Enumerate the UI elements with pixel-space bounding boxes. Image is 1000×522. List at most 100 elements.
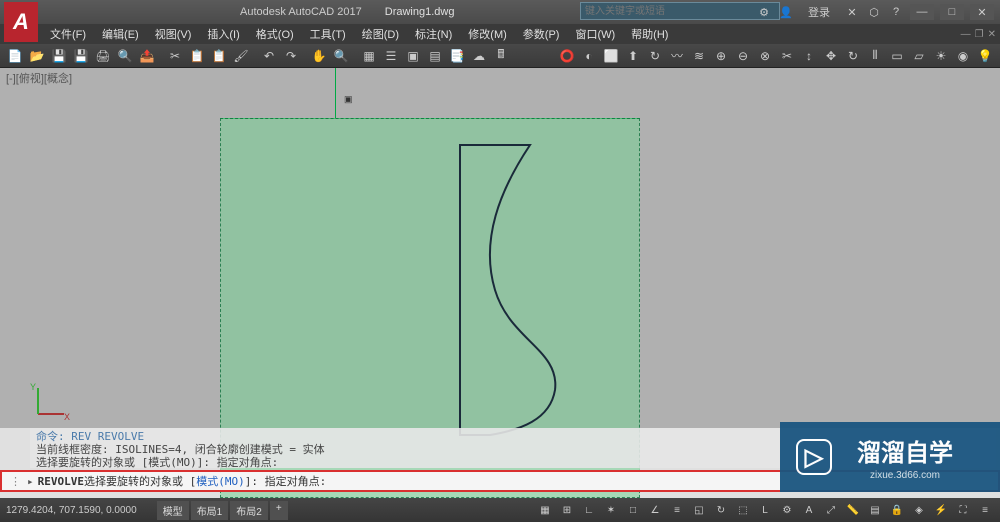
app-logo[interactable]: A xyxy=(4,2,38,42)
cmdline-option[interactable]: 模式(MO) xyxy=(196,473,245,489)
transparency-icon[interactable]: ◱ xyxy=(690,501,708,519)
layout-tab-add[interactable]: + xyxy=(270,501,288,520)
infocenter-icon[interactable]: ⚙ xyxy=(756,4,772,20)
section-icon[interactable]: ▭ xyxy=(887,46,907,66)
layout-tab-2[interactable]: 布局2 xyxy=(230,501,268,520)
cleanscreen-icon[interactable]: ⛶ xyxy=(954,501,972,519)
3dosnap-icon[interactable]: ⬚ xyxy=(734,501,752,519)
menu-parametric[interactable]: 参数(P) xyxy=(515,24,568,44)
saveas-icon[interactable]: 💾 xyxy=(71,46,91,66)
matchprops-icon[interactable]: 🖌 xyxy=(231,46,251,66)
annotation-icon[interactable]: A xyxy=(800,501,818,519)
menu-insert[interactable]: 插入(I) xyxy=(199,24,247,44)
union-icon[interactable]: ⊕ xyxy=(711,46,731,66)
zoom-icon[interactable]: 🔍 xyxy=(331,46,351,66)
3dalign-icon[interactable]: ⫴ xyxy=(865,46,885,66)
subtract-icon[interactable]: ⊖ xyxy=(733,46,753,66)
cmdline-handle-icon[interactable]: ⋮ xyxy=(10,475,21,488)
layer-icon[interactable]: ▦ xyxy=(359,46,379,66)
layout-tab-model[interactable]: 模型 xyxy=(157,501,189,520)
visualstyle-icon[interactable]: ◐ xyxy=(579,46,599,66)
isolate-icon[interactable]: ◈ xyxy=(910,501,928,519)
properties-icon[interactable]: ☰ xyxy=(381,46,401,66)
materials-icon[interactable]: ◉ xyxy=(953,46,973,66)
otrack-icon[interactable]: ∠ xyxy=(646,501,664,519)
menu-tools[interactable]: 工具(T) xyxy=(302,24,354,44)
ortho-icon[interactable]: ∟ xyxy=(580,501,598,519)
new-icon[interactable]: 📄 xyxy=(5,46,25,66)
box-icon[interactable]: ⬜ xyxy=(601,46,621,66)
osnap-icon[interactable]: □ xyxy=(624,501,642,519)
menu-window[interactable]: 窗口(W) xyxy=(567,24,623,44)
doc-minimize-icon[interactable]: — xyxy=(961,29,971,40)
designcenter-icon[interactable]: ▣ xyxy=(403,46,423,66)
redo-icon[interactable]: ↷ xyxy=(281,46,301,66)
extrude-icon[interactable]: ⬆ xyxy=(623,46,643,66)
paste-icon[interactable]: 📋 xyxy=(209,46,229,66)
lineweight-icon[interactable]: ≡ xyxy=(668,501,686,519)
flatshot-icon[interactable]: ▱ xyxy=(909,46,929,66)
workspace-icon[interactable]: ⚙ xyxy=(778,501,796,519)
ucs-icon[interactable]: Y X xyxy=(30,382,70,422)
drawing-canvas[interactable]: [-][俯视][概念] ▣ Y X xyxy=(0,68,1000,428)
revolve-icon[interactable]: ↻ xyxy=(645,46,665,66)
presspull-icon[interactable]: ↕ xyxy=(799,46,819,66)
lockui-icon[interactable]: 🔒 xyxy=(888,501,906,519)
customize-icon[interactable]: ≡ xyxy=(976,501,994,519)
help-search-input[interactable] xyxy=(580,2,780,20)
menu-view[interactable]: 视图(V) xyxy=(147,24,200,44)
sheetset-icon[interactable]: 📑 xyxy=(447,46,467,66)
user-icon[interactable]: 👤 xyxy=(778,4,794,20)
close-button[interactable]: ✕ xyxy=(970,4,994,20)
vase-profile-drawing[interactable] xyxy=(440,140,590,440)
menu-help[interactable]: 帮助(H) xyxy=(623,24,676,44)
autoscale-icon[interactable]: ⤢ xyxy=(822,501,840,519)
render-icon[interactable]: ☀ xyxy=(931,46,951,66)
markup-icon[interactable]: ☁ xyxy=(469,46,489,66)
undo-icon[interactable]: ↶ xyxy=(259,46,279,66)
3dmove-icon[interactable]: ✥ xyxy=(821,46,841,66)
viewport-label[interactable]: [-][俯视][概念] xyxy=(6,70,72,86)
intersect-icon[interactable]: ⊗ xyxy=(755,46,775,66)
toolpalette-icon[interactable]: ▤ xyxy=(425,46,445,66)
slice-icon[interactable]: ✂ xyxy=(777,46,797,66)
publish-icon[interactable]: 📤 xyxy=(137,46,157,66)
coordinates-readout[interactable]: 1279.4204, 707.1590, 0.0000 xyxy=(6,505,137,516)
menu-draw[interactable]: 绘图(D) xyxy=(354,24,407,44)
quickprops-icon[interactable]: ▤ xyxy=(866,501,884,519)
grid-icon[interactable]: ▦ xyxy=(536,501,554,519)
help-icon[interactable]: ? xyxy=(888,4,904,20)
preview-icon[interactable]: 🔍 xyxy=(115,46,135,66)
doc-close-icon[interactable]: ✕ xyxy=(988,29,996,40)
pan-icon[interactable]: ✋ xyxy=(309,46,329,66)
menu-format[interactable]: 格式(O) xyxy=(248,24,302,44)
copy-icon[interactable]: 📋 xyxy=(187,46,207,66)
layout-tab-1[interactable]: 布局1 xyxy=(191,501,229,520)
minimize-button[interactable]: — xyxy=(910,4,934,20)
cut-icon[interactable]: ✂ xyxy=(165,46,185,66)
stayconnected-icon[interactable]: ⬡ xyxy=(866,4,882,20)
plot-icon[interactable]: 🖨 xyxy=(93,46,113,66)
units-icon[interactable]: 📏 xyxy=(844,501,862,519)
doc-restore-icon[interactable]: ❐ xyxy=(975,29,984,40)
polar-icon[interactable]: ✶ xyxy=(602,501,620,519)
sweep-icon[interactable]: 〰 xyxy=(667,46,687,66)
loft-icon[interactable]: ≋ xyxy=(689,46,709,66)
menu-dimension[interactable]: 标注(N) xyxy=(407,24,460,44)
cycling-icon[interactable]: ↻ xyxy=(712,501,730,519)
hardware-icon[interactable]: ⚡ xyxy=(932,501,950,519)
exchange-icon[interactable]: ✕ xyxy=(844,4,860,20)
save-icon[interactable]: 💾 xyxy=(49,46,69,66)
open-icon[interactable]: 📂 xyxy=(27,46,47,66)
3drotate-icon[interactable]: ↻ xyxy=(843,46,863,66)
menu-modify[interactable]: 修改(M) xyxy=(460,24,515,44)
login-link[interactable]: 登录 xyxy=(808,4,830,20)
maximize-button[interactable]: □ xyxy=(940,4,964,20)
quickcalc-icon[interactable]: 🖩 xyxy=(491,46,511,66)
dynamicucs-icon[interactable]: L xyxy=(756,501,774,519)
menu-edit[interactable]: 编辑(E) xyxy=(94,24,147,44)
lights-icon[interactable]: 💡 xyxy=(975,46,995,66)
snap-icon[interactable]: ⊞ xyxy=(558,501,576,519)
menu-file[interactable]: 文件(F) xyxy=(42,24,94,44)
3dorbit-icon[interactable]: ⭕ xyxy=(557,46,577,66)
